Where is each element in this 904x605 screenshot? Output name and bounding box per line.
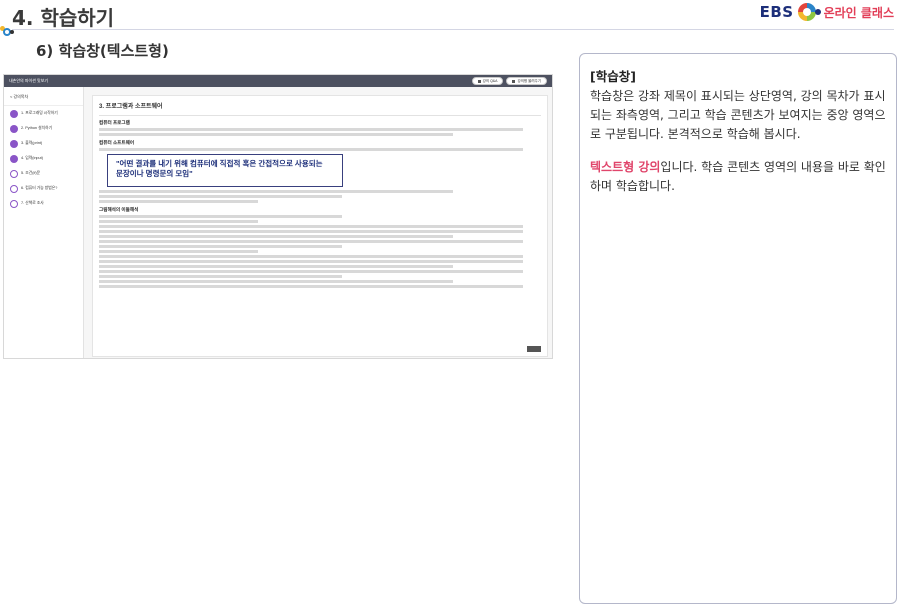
- review-button[interactable]: 강의평 올려주기: [506, 77, 547, 85]
- logo-mark-icon: [797, 3, 821, 21]
- decor-dot-dark: [10, 30, 14, 34]
- sidebar-item-label: 2. Python 설치하기: [21, 126, 53, 130]
- sidebar-item-label: 7. 산책로 조사: [21, 201, 44, 205]
- text-line: [99, 250, 259, 253]
- sidebar-item-1[interactable]: 1. 프로그래밍 시작하기: [4, 106, 83, 121]
- text-line: [99, 280, 453, 283]
- lesson-icon: [10, 139, 18, 148]
- lesson-icon: [10, 184, 18, 193]
- text-line: [99, 255, 524, 258]
- content-heading: 3. 프로그램과 소프트웨어: [99, 101, 541, 116]
- text-line: [99, 240, 524, 243]
- card-title: [학습창]: [590, 69, 636, 84]
- section-heading-program: 컴퓨터 프로그램: [99, 120, 130, 125]
- slide-title: 4. 학습하기: [12, 6, 115, 30]
- section-heading-kind: 그림해석의 이들해석: [99, 207, 139, 212]
- lecture-content: 3. 프로그램과 소프트웨어 컴퓨터 프로그램 컴퓨터 소프트웨어 "어떤 결과…: [92, 95, 548, 357]
- window-top-bar: 내손안의 파이썬 맛보기 강의 Q&A 강의평 올려주기: [4, 75, 552, 87]
- qna-button-label: 강의 Q&A: [482, 78, 498, 83]
- section-subtitle: 6) 학습창(텍스트형): [36, 42, 169, 60]
- text-line: [99, 225, 524, 228]
- section-heading-software: 컴퓨터 소프트웨어: [99, 140, 135, 145]
- text-line: [99, 270, 524, 273]
- sidebar-item-label: 5. 조건(if)문: [21, 171, 41, 175]
- text-line: [99, 148, 524, 151]
- copyright-badge: [527, 346, 541, 352]
- sidebar-item-3[interactable]: 3. 출력(print): [4, 136, 83, 151]
- text-line: [99, 128, 524, 131]
- text-line: [99, 215, 343, 218]
- lesson-icon: [10, 169, 18, 178]
- logo-ebs-text: EBS: [759, 3, 794, 21]
- lesson-icon: [10, 154, 18, 163]
- text-line: [99, 133, 453, 136]
- text-line: [99, 265, 453, 268]
- sidebar-item-2[interactable]: 2. Python 설치하기: [4, 121, 83, 136]
- text-line: [99, 235, 453, 238]
- window-title: 내손안의 파이썬 맛보기: [9, 78, 49, 83]
- lecture-sidebar: < 강의목차 1. 프로그래밍 시작하기 2. Python 설치하기 3. 출…: [4, 87, 84, 358]
- text-line: [99, 220, 259, 223]
- sidebar-item-6[interactable]: 6. 컴퓨터 가능 방법은?: [4, 181, 83, 196]
- card-highlight: 텍스트형 강의: [590, 160, 661, 174]
- chat-icon: [477, 79, 481, 83]
- description-card: [학습창] 학습창은 강좌 제목이 표시되는 상단영역, 강의 목차가 표시되는…: [579, 53, 897, 604]
- learning-window-screenshot: 내손안의 파이썬 맛보기 강의 Q&A 강의평 올려주기 < 강의목차 1. 프…: [3, 74, 553, 359]
- text-line: [99, 200, 259, 203]
- text-line: [99, 275, 343, 278]
- ebs-logo: EBS 온라인 클래스: [760, 3, 894, 21]
- text-line: [99, 230, 524, 233]
- sidebar-item-label: 1. 프로그래밍 시작하기: [21, 111, 58, 115]
- lesson-icon: [10, 124, 18, 133]
- pencil-icon: [512, 79, 516, 83]
- sidebar-item-label: 4. 입력(input): [21, 156, 43, 160]
- review-button-label: 강의평 올려주기: [517, 78, 541, 83]
- title-divider: [12, 29, 894, 30]
- text-line: [99, 195, 343, 198]
- text-line: [99, 260, 524, 263]
- sidebar-item-label: 3. 출력(print): [21, 141, 43, 145]
- back-to-index-link[interactable]: < 강의목차: [4, 87, 83, 106]
- highlight-quote-box: "어떤 결과를 내기 위해 컴퓨터에 직접적 혹은 간접적으로 사용되는 문장이…: [107, 154, 343, 187]
- text-line: [99, 285, 524, 288]
- quote-line-2: 문장이나 명령문의 모임": [116, 169, 193, 178]
- quote-line-1: "어떤 결과를 내기 위해 컴퓨터에 직접적 혹은 간접적으로 사용되는: [116, 159, 323, 168]
- qna-button[interactable]: 강의 Q&A: [471, 77, 504, 85]
- text-line: [99, 245, 343, 248]
- sidebar-item-label: 6. 컴퓨터 가능 방법은?: [21, 186, 58, 190]
- card-body: 학습창은 강좌 제목이 표시되는 상단영역, 강의 목차가 표시되는 좌측영역,…: [590, 89, 886, 141]
- lesson-icon: [10, 109, 18, 118]
- logo-service-text: 온라인 클래스: [823, 5, 894, 20]
- card-body-2: 텍스트형 강의입니다. 학습 콘텐츠 영역의 내용을 바로 확인하며 학습합니다…: [590, 158, 886, 196]
- sidebar-item-4[interactable]: 4. 입력(input): [4, 151, 83, 166]
- sidebar-item-5[interactable]: 5. 조건(if)문: [4, 166, 83, 181]
- lesson-icon: [10, 199, 18, 208]
- sidebar-item-7[interactable]: 7. 산책로 조사: [4, 196, 83, 211]
- text-line: [99, 190, 453, 193]
